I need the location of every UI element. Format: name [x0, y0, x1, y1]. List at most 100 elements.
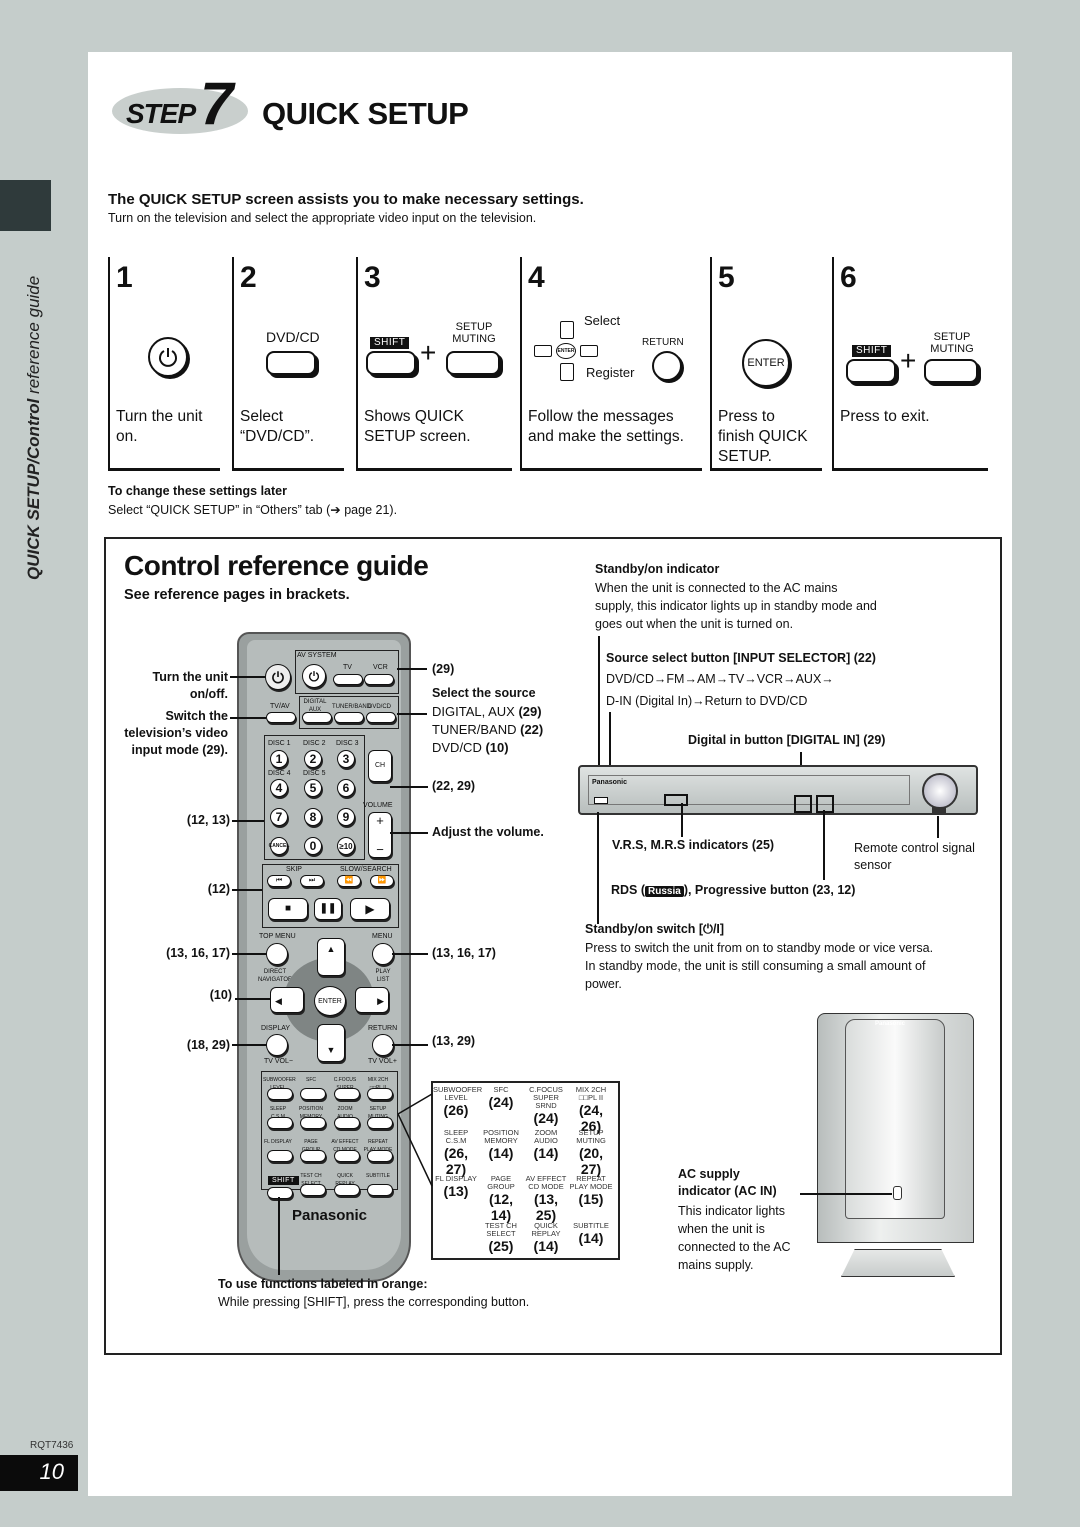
dvd-cd-remote-button[interactable]: [366, 712, 396, 723]
tvav-label: TV/AV: [270, 703, 290, 710]
power-icon: [272, 671, 284, 684]
function-button[interactable]: [300, 1117, 326, 1129]
remote-sensor: [932, 807, 946, 813]
enter-small-button[interactable]: ENTER: [556, 343, 576, 359]
pause-button[interactable]: ❚❚: [314, 898, 342, 920]
function-button[interactable]: [300, 1150, 326, 1162]
function-button[interactable]: [267, 1150, 293, 1162]
dpad-up-button[interactable]: ▲: [317, 938, 345, 976]
digit-4-button[interactable]: 4: [270, 779, 288, 797]
function-button[interactable]: [334, 1184, 360, 1196]
menu-button[interactable]: [372, 943, 394, 965]
remote-power-button[interactable]: [265, 664, 291, 690]
dvd-cd-button[interactable]: [266, 351, 316, 375]
digit-6-button[interactable]: 6: [337, 779, 355, 797]
step-description: Select “DVD/CD”.: [240, 407, 314, 447]
volume-knob[interactable]: [922, 773, 958, 809]
skip-back-button[interactable]: ⏮: [267, 875, 291, 887]
shift-button[interactable]: [366, 351, 416, 375]
skip-forward-button[interactable]: ⏭: [300, 875, 324, 887]
callout-line: [235, 998, 270, 1000]
cancel-button[interactable]: CANCEL: [269, 837, 289, 855]
display-button[interactable]: [266, 1034, 288, 1056]
ac-in-indicator: [893, 1186, 902, 1200]
function-button[interactable]: [267, 1088, 293, 1100]
up-arrow-button[interactable]: [560, 321, 574, 339]
setup-text: SETUP: [933, 331, 971, 343]
right-arrow-button[interactable]: [580, 345, 598, 357]
digit-9-button[interactable]: 9: [337, 808, 355, 826]
rewind-button[interactable]: ⏪: [337, 875, 361, 887]
down-arrow-icon: ▼: [326, 1045, 336, 1055]
standby-switch[interactable]: [594, 797, 608, 804]
digit-3-button[interactable]: 3: [337, 750, 355, 768]
callout-select-source: Select the source: [432, 686, 536, 700]
shift-tag: SHIFT: [852, 345, 892, 357]
step-word: STEP: [126, 98, 196, 129]
tv-button[interactable]: [333, 674, 363, 685]
zoom-cell-label: SUBTITLE: [573, 1221, 609, 1230]
function-button[interactable]: [334, 1117, 360, 1129]
shift-button[interactable]: [846, 359, 896, 383]
vcr-button[interactable]: [364, 674, 394, 685]
shift-remote-button[interactable]: [267, 1187, 293, 1199]
fast-forward-button[interactable]: ⏩: [370, 875, 394, 887]
function-button[interactable]: [367, 1088, 393, 1100]
step-2: DVD/CD 2 Select “DVD/CD”.: [232, 257, 344, 471]
function-button[interactable]: [300, 1184, 326, 1196]
volume-rocker[interactable]: + −: [368, 812, 392, 858]
function-button-label: SFC: [306, 1077, 316, 1083]
text-line: goes out when the unit is turned on.: [595, 617, 794, 631]
zoom-cell: ZOOM AUDIO (14): [523, 1129, 569, 1162]
callout-line-text: Turn the unit: [152, 670, 228, 684]
return-button[interactable]: [652, 351, 682, 381]
setup-label: SETUP MUTING: [930, 331, 974, 355]
stop-button[interactable]: ■: [268, 898, 308, 920]
callout-line: [397, 668, 427, 670]
digit-8-button[interactable]: 8: [304, 808, 322, 826]
function-button[interactable]: [334, 1088, 360, 1100]
tuner-band-button[interactable]: [334, 712, 364, 723]
digital-aux-button[interactable]: [302, 712, 332, 723]
setup-muting-button[interactable]: [446, 351, 500, 375]
progressive-button[interactable]: [816, 795, 834, 813]
stop-icon: ■: [284, 903, 292, 914]
return-remote-button[interactable]: [372, 1034, 394, 1056]
ge10-button[interactable]: ≥10: [337, 837, 355, 855]
channel-rocker[interactable]: CH: [368, 750, 392, 782]
function-button[interactable]: [367, 1117, 393, 1129]
disc-1-label: DISC 1: [268, 740, 291, 747]
power-button[interactable]: [148, 337, 188, 377]
setup-muting-button[interactable]: [924, 359, 978, 383]
function-button[interactable]: [367, 1150, 393, 1162]
function-button[interactable]: [334, 1150, 360, 1162]
play-button[interactable]: ▶: [350, 898, 390, 920]
callout-line: [390, 786, 428, 788]
digit-0-button[interactable]: 0: [304, 837, 322, 855]
left-arrow-button[interactable]: [534, 345, 552, 357]
text-line: Press to switch the unit from on to stan…: [585, 941, 934, 955]
top-menu-button[interactable]: [266, 943, 288, 965]
av-system-power-button[interactable]: [302, 664, 326, 688]
dpad-enter-button[interactable]: ENTER: [314, 986, 346, 1016]
callout-line: [232, 1044, 266, 1046]
disc-4-label: DISC 4: [268, 770, 291, 777]
function-button[interactable]: [300, 1088, 326, 1100]
function-button[interactable]: [367, 1184, 393, 1196]
digit-2-button[interactable]: 2: [304, 750, 322, 768]
section-title-vertical: QUICK SETUP/Control reference guide: [24, 276, 44, 580]
digital-in-button[interactable]: [794, 795, 812, 813]
down-arrow-button[interactable]: [560, 363, 574, 381]
digit-1-button[interactable]: 1: [270, 750, 288, 768]
dpad-right-button[interactable]: ▶: [355, 987, 389, 1013]
dpad-left-button[interactable]: ◀: [270, 987, 304, 1013]
tvav-button[interactable]: [266, 712, 296, 723]
digit-7-button[interactable]: 7: [270, 808, 288, 826]
zoom-cell: SUBWOOFER LEVEL (26): [433, 1086, 482, 1119]
dpad-down-button[interactable]: ▼: [317, 1024, 345, 1062]
function-button[interactable]: [267, 1117, 293, 1129]
callout-line: [392, 1044, 428, 1046]
enter-button[interactable]: ENTER: [742, 339, 790, 387]
plus-sign: +: [900, 345, 917, 376]
digit-5-button[interactable]: 5: [304, 779, 322, 797]
